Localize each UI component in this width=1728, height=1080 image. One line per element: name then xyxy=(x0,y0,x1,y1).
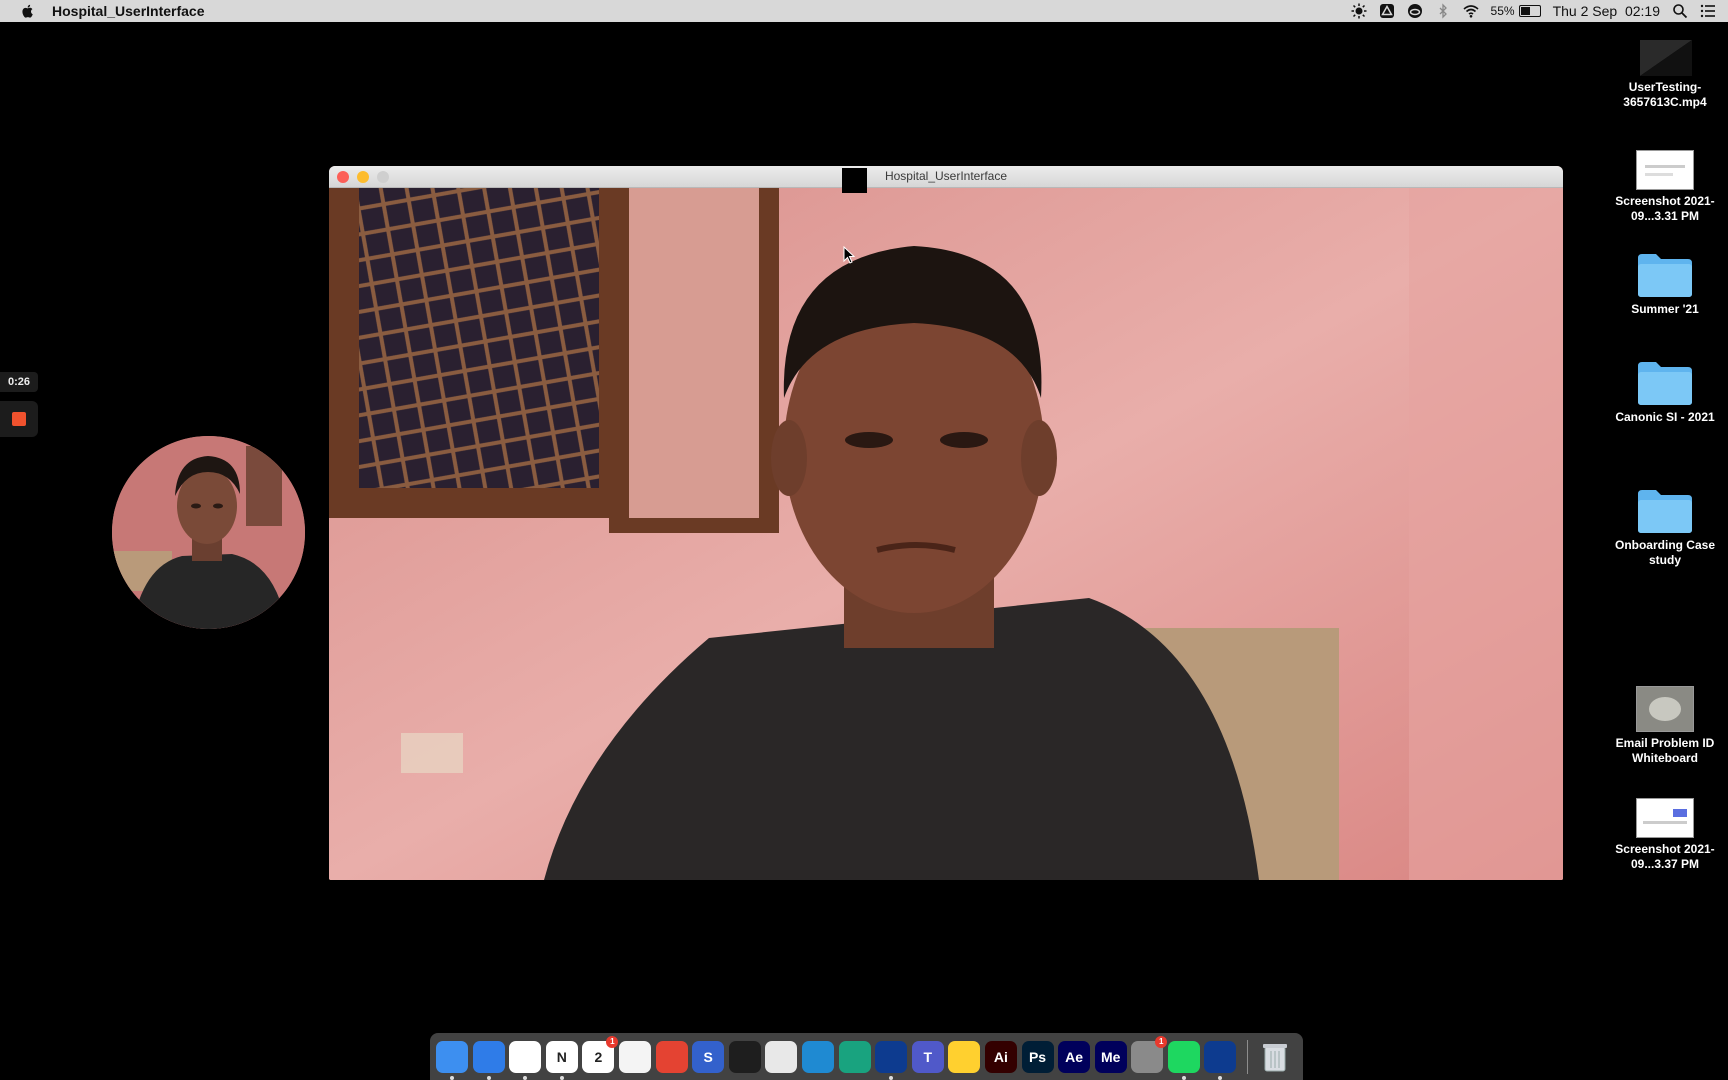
stop-icon xyxy=(12,412,26,426)
window-title: Hospital_UserInterface xyxy=(884,169,1008,183)
google-drive-icon[interactable] xyxy=(1379,3,1395,19)
media-encoder-icon[interactable]: Me xyxy=(1094,1040,1127,1073)
trash-icon[interactable] xyxy=(1259,1041,1291,1073)
miro-icon[interactable] xyxy=(948,1040,981,1073)
chrome-icon[interactable] xyxy=(509,1040,542,1080)
preview-window-icon[interactable] xyxy=(765,1040,798,1073)
spotlight-search-icon[interactable] xyxy=(1672,3,1688,19)
dock-app-glyph: Me xyxy=(1100,1048,1121,1065)
desktop-item-screenshot-2[interactable]: Screenshot 2021-09...3.37 PM xyxy=(1598,798,1728,872)
calendar-icon[interactable]: 21 xyxy=(582,1035,619,1073)
battery-icon xyxy=(1518,5,1541,17)
notification-badge: 1 xyxy=(1155,1035,1168,1048)
chatgpt-icon[interactable] xyxy=(838,1040,871,1073)
control-center-icon[interactable] xyxy=(1700,3,1716,19)
brightness-icon[interactable] xyxy=(1351,3,1367,19)
dock-app-glyph: Ps xyxy=(1028,1048,1047,1065)
desktop-item-folder-canonic[interactable]: Canonic SI - 2021 xyxy=(1598,360,1728,425)
webcam-person-image xyxy=(112,436,305,629)
running-indicator xyxy=(486,1075,491,1080)
creative-cloud-icon[interactable] xyxy=(1407,3,1423,19)
video-file-icon xyxy=(1640,40,1692,76)
battery-fill xyxy=(1520,7,1530,15)
desktop-item-label: UserTesting-3657613C.mp4 xyxy=(1623,80,1707,109)
dock-app-glyph: 2 xyxy=(594,1048,603,1065)
whiteboard-thumbnail-icon xyxy=(1636,686,1694,732)
black-square-element xyxy=(842,168,867,193)
desktop-item-video[interactable]: UserTesting-3657613C.mp4 xyxy=(1598,36,1728,110)
dock-separator xyxy=(1247,1039,1249,1074)
webcam-feed xyxy=(329,188,1563,880)
battery-status[interactable]: 55% xyxy=(1491,4,1541,18)
safari-icon[interactable] xyxy=(472,1040,505,1080)
desktop-item-label: Onboarding Case study xyxy=(1614,538,1715,567)
reminders-icon[interactable] xyxy=(618,1040,651,1073)
folder-icon xyxy=(1638,490,1692,533)
window-titlebar[interactable]: Hospital_UserInterface xyxy=(329,166,1563,188)
azure-data-studio-icon[interactable] xyxy=(875,1040,908,1080)
desktop-item-label: Screenshot 2021-09...3.31 PM xyxy=(1615,194,1715,223)
vscode-icon[interactable] xyxy=(801,1040,834,1073)
stop-recording-button[interactable] xyxy=(0,401,38,437)
dock-app-glyph: T xyxy=(923,1048,932,1065)
simplenote-icon[interactable]: S xyxy=(692,1040,725,1073)
finder-icon[interactable] xyxy=(436,1040,468,1080)
apple-menu-icon[interactable] xyxy=(20,3,36,19)
app-window: Hospital_UserInterface xyxy=(329,166,1563,880)
dock: N 2 1 S T Ai Ps Ae Me 1 xyxy=(430,1033,1303,1080)
notion-icon[interactable]: N xyxy=(545,1040,578,1080)
illustrator-icon[interactable]: Ai xyxy=(984,1040,1017,1073)
status-area: 55% Thu 2 Sep 02:19 xyxy=(1351,0,1716,22)
desktop-item-label: Screenshot 2021-09...3.37 PM xyxy=(1615,842,1715,871)
recording-timer: 0:26 xyxy=(0,372,38,392)
running-indicator xyxy=(450,1075,454,1080)
webcam-bubble[interactable] xyxy=(112,436,305,629)
desktop-item-label: Summer '21 xyxy=(1631,302,1699,316)
running-indicator xyxy=(559,1075,564,1080)
notification-badge: 1 xyxy=(606,1035,619,1048)
folder-icon xyxy=(1638,254,1692,297)
after-effects-icon[interactable]: Ae xyxy=(1058,1040,1091,1073)
system-preferences-icon[interactable]: 1 xyxy=(1131,1035,1168,1073)
running-indicator xyxy=(1181,1075,1186,1080)
running-indicator xyxy=(1218,1075,1223,1080)
todoist-icon[interactable] xyxy=(655,1040,688,1073)
folder-icon xyxy=(1638,362,1692,405)
desktop-item-whiteboard[interactable]: Email Problem ID Whiteboard xyxy=(1598,686,1728,766)
running-indicator xyxy=(523,1075,528,1080)
active-app-name[interactable]: Hospital_UserInterface xyxy=(52,3,205,19)
mouse-cursor-icon xyxy=(843,246,855,264)
dock-app-glyph: Ae xyxy=(1065,1048,1084,1065)
screenshot-thumbnail-icon xyxy=(1636,798,1694,838)
dock-app-glyph: Ai xyxy=(993,1048,1008,1065)
spotify-icon[interactable] xyxy=(1167,1040,1200,1080)
desktop-item-label: Email Problem ID Whiteboard xyxy=(1615,736,1715,765)
dock-app-glyph: N xyxy=(556,1048,567,1065)
desktop-item-screenshot-1[interactable]: Screenshot 2021-09...3.31 PM xyxy=(1598,150,1728,224)
wifi-icon[interactable] xyxy=(1463,3,1479,19)
running-indicator xyxy=(889,1075,894,1080)
desktop-item-label: Canonic SI - 2021 xyxy=(1615,410,1715,424)
menu-bar: Hospital_UserInterface 55% Thu 2 Sep 02:… xyxy=(0,0,1728,22)
clock[interactable]: Thu 2 Sep 02:19 xyxy=(1553,3,1660,19)
battery-percent: 55% xyxy=(1490,4,1515,18)
photoshop-icon[interactable]: Ps xyxy=(1021,1040,1054,1073)
desktop-item-folder-summer[interactable]: Summer '21 xyxy=(1598,252,1728,317)
figma-icon[interactable] xyxy=(728,1040,761,1073)
teams-icon[interactable]: T xyxy=(911,1040,944,1073)
bluetooth-icon[interactable] xyxy=(1435,3,1451,19)
desktop-item-folder-onboarding[interactable]: Onboarding Case study xyxy=(1598,488,1728,568)
azure-data-studio-2-icon[interactable] xyxy=(1204,1040,1237,1080)
screenshot-thumbnail-icon xyxy=(1636,150,1694,190)
dock-app-glyph: S xyxy=(703,1048,713,1065)
